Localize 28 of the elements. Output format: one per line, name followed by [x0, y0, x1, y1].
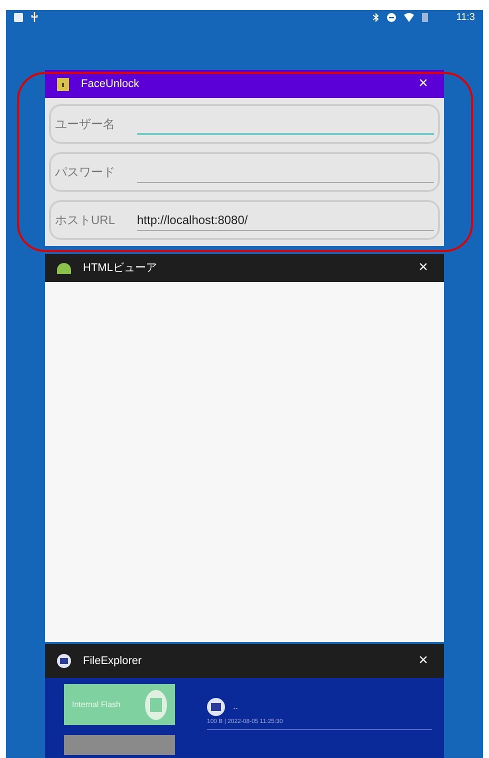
- android-icon: [57, 262, 71, 274]
- image-icon: [14, 12, 23, 22]
- clock-text: 11:3: [456, 10, 475, 24]
- lock-icon: [57, 78, 69, 90]
- folder-icon: [207, 698, 225, 716]
- window-title: FaceUnlock: [81, 76, 140, 92]
- usb-icon: [31, 12, 38, 22]
- close-button[interactable]: ×: [414, 653, 432, 669]
- form-field[interactable]: ユーザー名: [49, 104, 440, 144]
- folder-icon: [57, 654, 71, 668]
- window-title: HTMLビューア: [83, 260, 158, 276]
- storage-label: Internal Flash: [72, 698, 120, 710]
- close-button[interactable]: ×: [414, 76, 432, 92]
- wifi-icon: [404, 12, 414, 22]
- file-name: ..: [233, 700, 238, 714]
- chip-icon: [145, 690, 167, 720]
- field-label: ユーザー名: [55, 116, 116, 133]
- input-field[interactable]: http://localhost:8080/: [137, 209, 434, 231]
- window-title: FileExplorer: [83, 654, 143, 669]
- field-label: パスワード: [55, 164, 116, 181]
- close-button[interactable]: ×: [414, 260, 432, 276]
- storage-tile[interactable]: [64, 735, 175, 755]
- field-label: ホストURL: [55, 212, 116, 229]
- do-not-disturb-icon: [387, 12, 396, 22]
- battery-icon: [422, 12, 428, 22]
- form-field[interactable]: パスワード: [49, 152, 440, 192]
- bluetooth-icon: [373, 12, 380, 22]
- form-field[interactable]: ホストURL http://localhost:8080/: [49, 200, 440, 240]
